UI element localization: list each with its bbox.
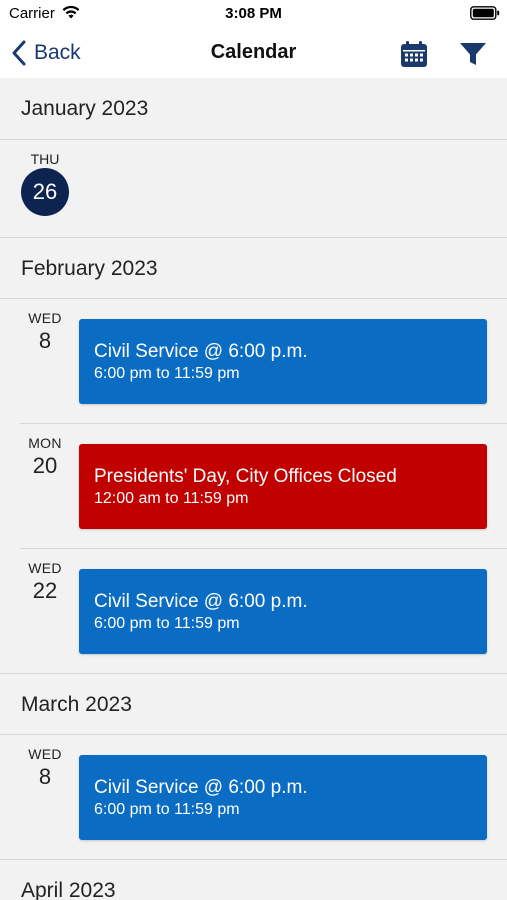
clock-time: 3:08 PM <box>225 5 282 22</box>
day-number: 20 <box>32 453 58 478</box>
event-time: 12:00 am to 11:59 pm <box>94 490 249 507</box>
event-time: 6:00 pm to 11:59 pm <box>94 365 240 382</box>
day-number: 22 <box>32 578 58 603</box>
event-title: Civil Service @ 6:00 p.m. <box>94 777 308 798</box>
event-title: Presidents' Day, City Offices Closed <box>94 466 397 487</box>
month-title: April 2023 <box>21 879 116 900</box>
event-time: 6:00 pm to 11:59 pm <box>94 615 240 632</box>
month-title: January 2023 <box>21 97 149 120</box>
day-of-week: WED <box>28 560 62 576</box>
day-of-week: MON <box>28 435 62 451</box>
divider <box>20 548 507 549</box>
divider <box>20 423 507 424</box>
month-title: March 2023 <box>21 693 132 716</box>
event-card[interactable]: Civil Service @ 6:00 p.m. 6:00 pm to 11:… <box>79 319 487 404</box>
today-date-badge[interactable]: 26 <box>21 168 69 216</box>
navigation-bar: Back Calendar <box>0 28 507 78</box>
divider <box>0 139 507 140</box>
day-number: 8 <box>38 764 52 789</box>
filter-icon[interactable] <box>458 40 488 68</box>
page-title: Calendar <box>210 41 297 63</box>
month-header: February 2023 <box>0 238 507 298</box>
month-title: February 2023 <box>21 257 158 280</box>
day-label: WED 8 <box>19 746 71 790</box>
event-title: Civil Service @ 6:00 p.m. <box>94 341 308 362</box>
month-header: April 2023 <box>0 860 507 900</box>
day-label: WED 8 <box>19 310 71 354</box>
month-header: January 2023 <box>0 78 507 138</box>
event-card[interactable]: Civil Service @ 6:00 p.m. 6:00 pm to 11:… <box>79 755 487 840</box>
event-time: 6:00 pm to 11:59 pm <box>94 801 240 818</box>
day-number: 8 <box>38 328 52 353</box>
day-of-week: THU <box>30 151 60 167</box>
calendar-icon[interactable] <box>400 40 428 68</box>
day-label: WED 22 <box>19 560 71 604</box>
divider <box>0 734 507 735</box>
day-label: MON 20 <box>19 435 71 479</box>
status-bar: Carrier 3:08 PM <box>0 0 507 28</box>
day-of-week: WED <box>28 746 62 762</box>
day-of-week: WED <box>28 310 62 326</box>
month-header: March 2023 <box>0 674 507 734</box>
battery-icon <box>470 6 500 20</box>
calendar-list[interactable]: January 2023 THU 26 February 2023 WED 8 … <box>0 78 507 900</box>
event-card[interactable]: Civil Service @ 6:00 p.m. 6:00 pm to 11:… <box>79 569 487 654</box>
event-card[interactable]: Presidents' Day, City Offices Closed 12:… <box>79 444 487 529</box>
event-title: Civil Service @ 6:00 p.m. <box>94 591 308 612</box>
divider <box>0 298 507 299</box>
